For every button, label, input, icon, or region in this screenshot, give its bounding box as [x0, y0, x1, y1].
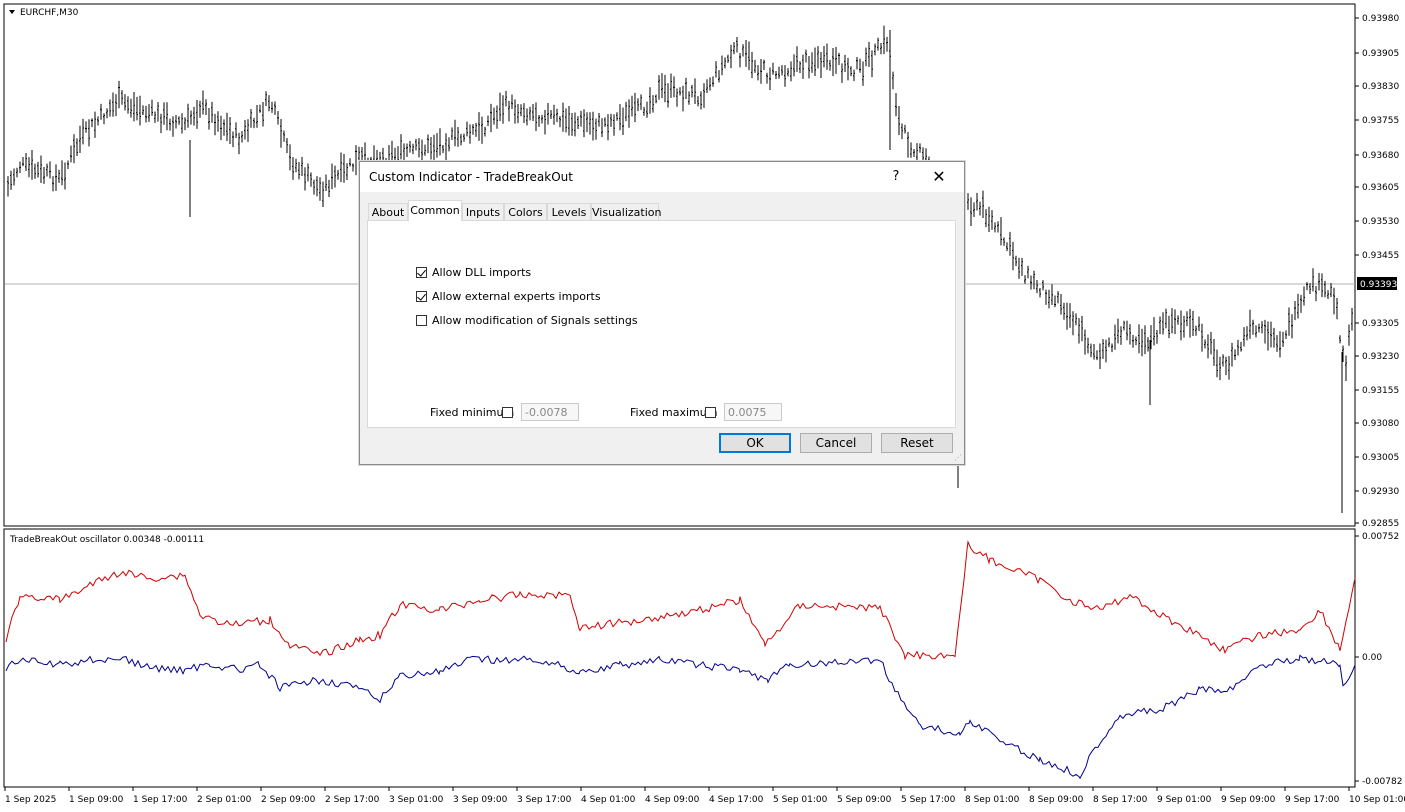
time-tick-label: 10 Sep 01:00 — [1349, 795, 1405, 805]
time-tick-label: 4 Sep 09:00 — [645, 795, 700, 805]
symbol-label: EURCHF,M30 — [20, 8, 79, 18]
time-tick-label: 8 Sep 01:00 — [965, 795, 1020, 805]
price-tick-label: 0.93905 — [1362, 49, 1399, 59]
time-tick-label: 4 Sep 01:00 — [581, 795, 636, 805]
fixed-minimum-input[interactable] — [521, 403, 579, 421]
time-tick-label: 9 Sep 01:00 — [1157, 795, 1212, 805]
price-tick-label: 0.93830 — [1362, 82, 1399, 92]
fixed-maximum-checkbox[interactable] — [705, 407, 716, 418]
reset-button[interactable]: Reset — [881, 433, 953, 453]
price-tick-label: 0.93680 — [1362, 151, 1399, 161]
price-tick-label: 0.93605 — [1362, 183, 1399, 193]
price-tick-label: 0.93305 — [1362, 319, 1399, 329]
common-tab-panel: Allow DLL imports Allow external experts… — [367, 220, 956, 428]
oscillator-axis: 0.00752 0.00 -0.00782 — [1355, 532, 1402, 787]
dialog-titlebar[interactable]: Custom Indicator - TradeBreakOut ? ✕ — [360, 162, 964, 192]
time-tick-label: 2 Sep 01:00 — [197, 795, 252, 805]
checkbox-box[interactable] — [416, 266, 427, 278]
price-tick-label: 0.93755 — [1362, 116, 1399, 126]
price-tick-label: 0.93980 — [1362, 14, 1399, 24]
tab-visualization[interactable]: Visualization — [591, 203, 661, 220]
dialog-title: Custom Indicator - TradeBreakOut — [369, 170, 573, 184]
ok-button[interactable]: OK — [719, 433, 791, 453]
time-tick-label: 5 Sep 01:00 — [773, 795, 828, 805]
oscillator-frame — [3, 528, 1356, 788]
osc-tick-label: -0.00782 — [1362, 777, 1402, 787]
time-tick-label: 1 Sep 09:00 — [69, 795, 124, 805]
osc-tick-label: 0.00752 — [1362, 532, 1399, 542]
price-tick-label: 0.92930 — [1362, 487, 1399, 497]
time-tick-label: 5 Sep 17:00 — [901, 795, 956, 805]
help-button[interactable]: ? — [888, 168, 904, 186]
allow-external-experts-checkbox[interactable]: Allow external experts imports — [416, 288, 601, 304]
time-tick-label: 3 Sep 01:00 — [389, 795, 444, 805]
checkbox-label: Allow external experts imports — [432, 289, 601, 303]
tab-common[interactable]: Common — [408, 200, 462, 221]
tab-inputs[interactable]: Inputs — [462, 203, 504, 220]
price-tick-label: 0.92855 — [1362, 519, 1399, 529]
time-tick-label: 8 Sep 09:00 — [1029, 795, 1084, 805]
checkbox-box[interactable] — [416, 290, 427, 302]
fixed-minimum-checkbox[interactable] — [502, 407, 513, 418]
time-axis: 1 Sep 2025 1 Sep 09:00 1 Sep 17:00 2 Sep 01… — [4, 787, 1405, 805]
tab-colors[interactable]: Colors — [504, 203, 547, 220]
oscillator-label: TradeBreakOut oscillator 0.00348 -0.0011… — [9, 535, 204, 545]
price-tick-label: 0.93230 — [1362, 352, 1399, 362]
allow-signals-modification-checkbox[interactable]: Allow modification of Signals settings — [416, 312, 638, 328]
fixed-maximum-input[interactable] — [724, 403, 782, 421]
time-tick-label: 5 Sep 09:00 — [837, 795, 892, 805]
allow-dll-imports-checkbox[interactable]: Allow DLL imports — [416, 264, 531, 280]
current-price-text: 0.93393 — [1360, 280, 1397, 290]
osc-tick-label: 0.00 — [1362, 653, 1382, 663]
tab-about[interactable]: About — [368, 203, 408, 220]
close-button[interactable]: ✕ — [930, 168, 948, 186]
custom-indicator-dialog: Custom Indicator - TradeBreakOut ? ✕ Abo… — [359, 161, 965, 465]
time-tick-label: 1 Sep 2025 — [5, 795, 56, 805]
time-tick-label: 2 Sep 17:00 — [325, 795, 380, 805]
time-tick-label: 3 Sep 09:00 — [453, 795, 508, 805]
price-tick-label: 0.93155 — [1362, 386, 1399, 396]
time-tick-label: 4 Sep 17:00 — [709, 795, 764, 805]
price-tick-label: 0.93080 — [1362, 419, 1399, 429]
time-tick-label: 8 Sep 17:00 — [1093, 795, 1148, 805]
price-tick-label: 0.93005 — [1362, 453, 1399, 463]
price-axis: 0.93980 0.93905 0.93830 0.93755 0.93680 0.936… — [1355, 14, 1399, 529]
checkbox-label: Allow DLL imports — [432, 265, 532, 279]
time-tick-label: 9 Sep 17:00 — [1285, 795, 1340, 805]
time-tick-label: 2 Sep 09:00 — [261, 795, 316, 805]
resize-grip-icon[interactable]: ⋰ — [954, 454, 962, 462]
time-tick-label: 3 Sep 17:00 — [517, 795, 572, 805]
cancel-button[interactable]: Cancel — [800, 433, 872, 453]
tab-levels[interactable]: Levels — [547, 203, 591, 220]
price-tick-label: 0.93530 — [1362, 217, 1399, 227]
price-tick-label: 0.93455 — [1362, 251, 1399, 261]
checkbox-label: Allow modification of Signals settings — [432, 313, 638, 327]
checkbox-box[interactable] — [416, 314, 427, 326]
time-tick-label: 9 Sep 09:00 — [1221, 795, 1276, 805]
time-tick-label: 1 Sep 17:00 — [133, 795, 188, 805]
